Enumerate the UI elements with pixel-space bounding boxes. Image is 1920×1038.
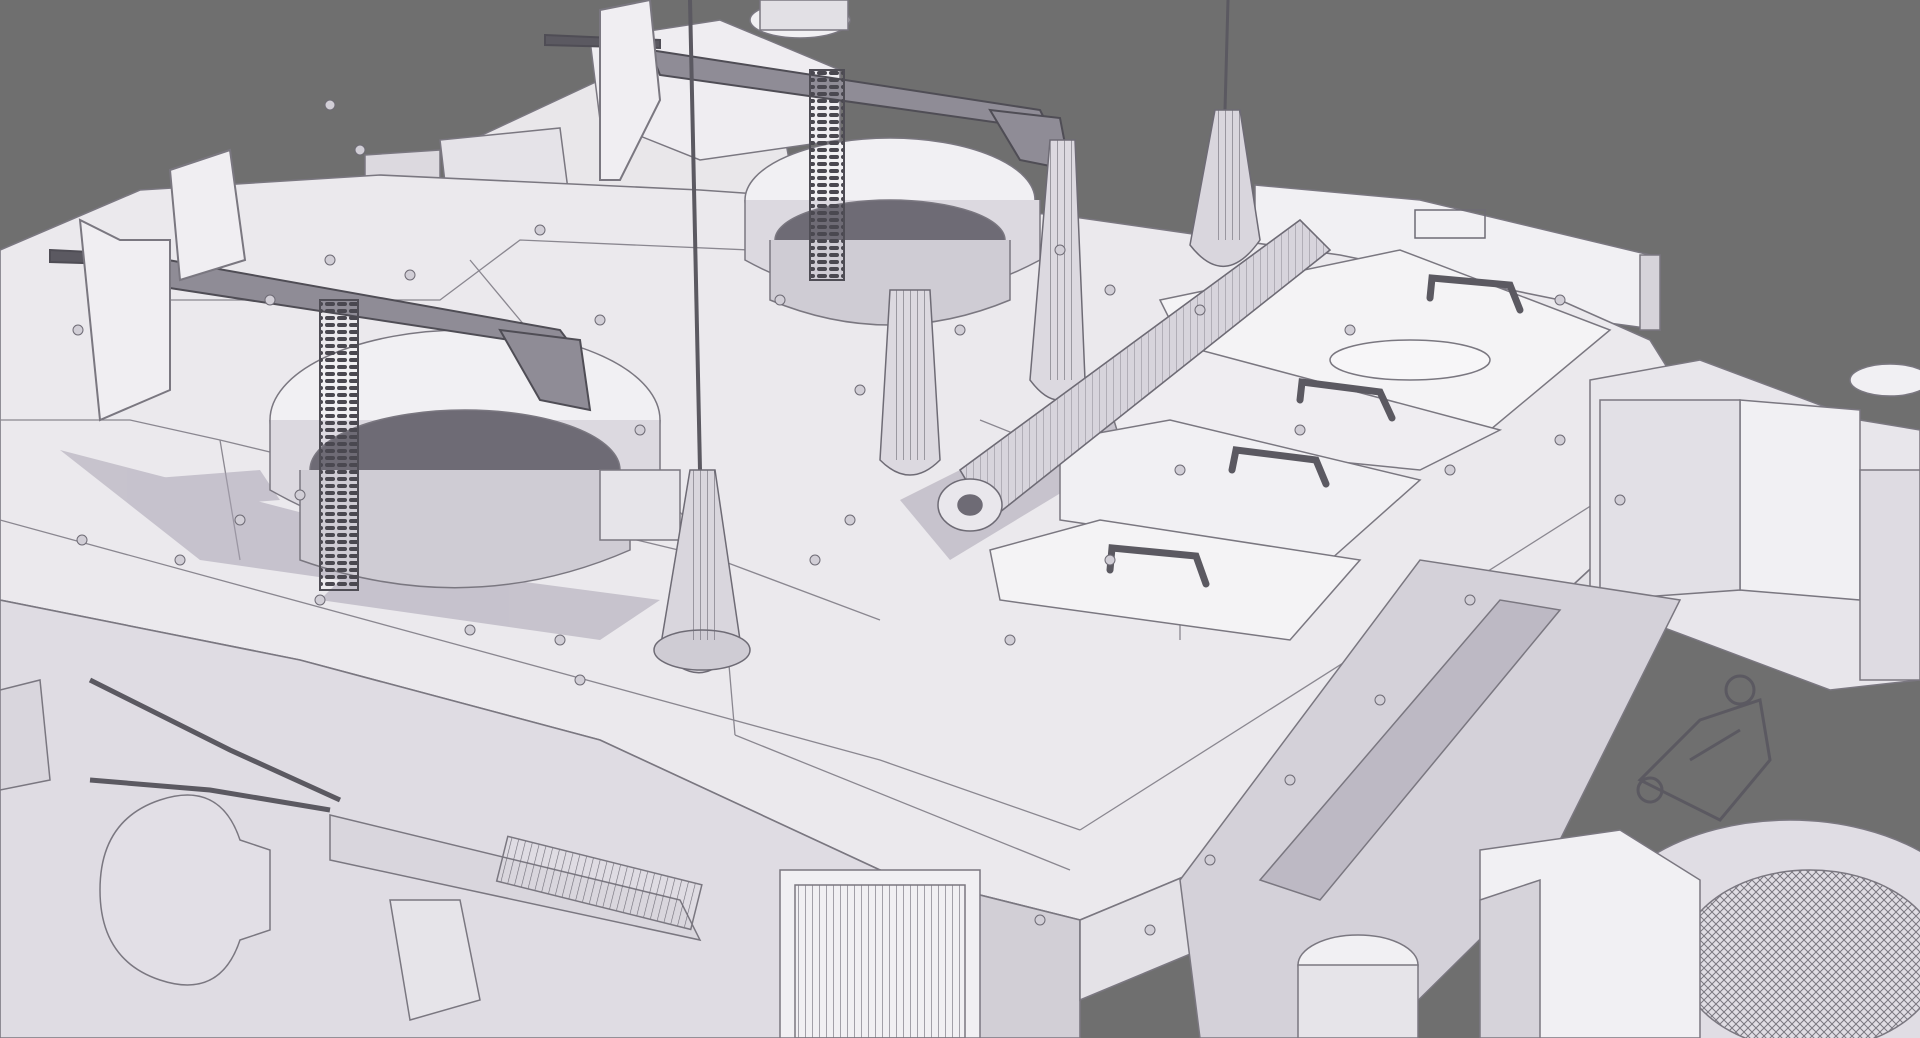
lower-right-hatch — [1479, 819, 1920, 1038]
turret-render — [0, 0, 1920, 1038]
scene — [0, 0, 1920, 1038]
oval-plate — [1329, 339, 1491, 381]
